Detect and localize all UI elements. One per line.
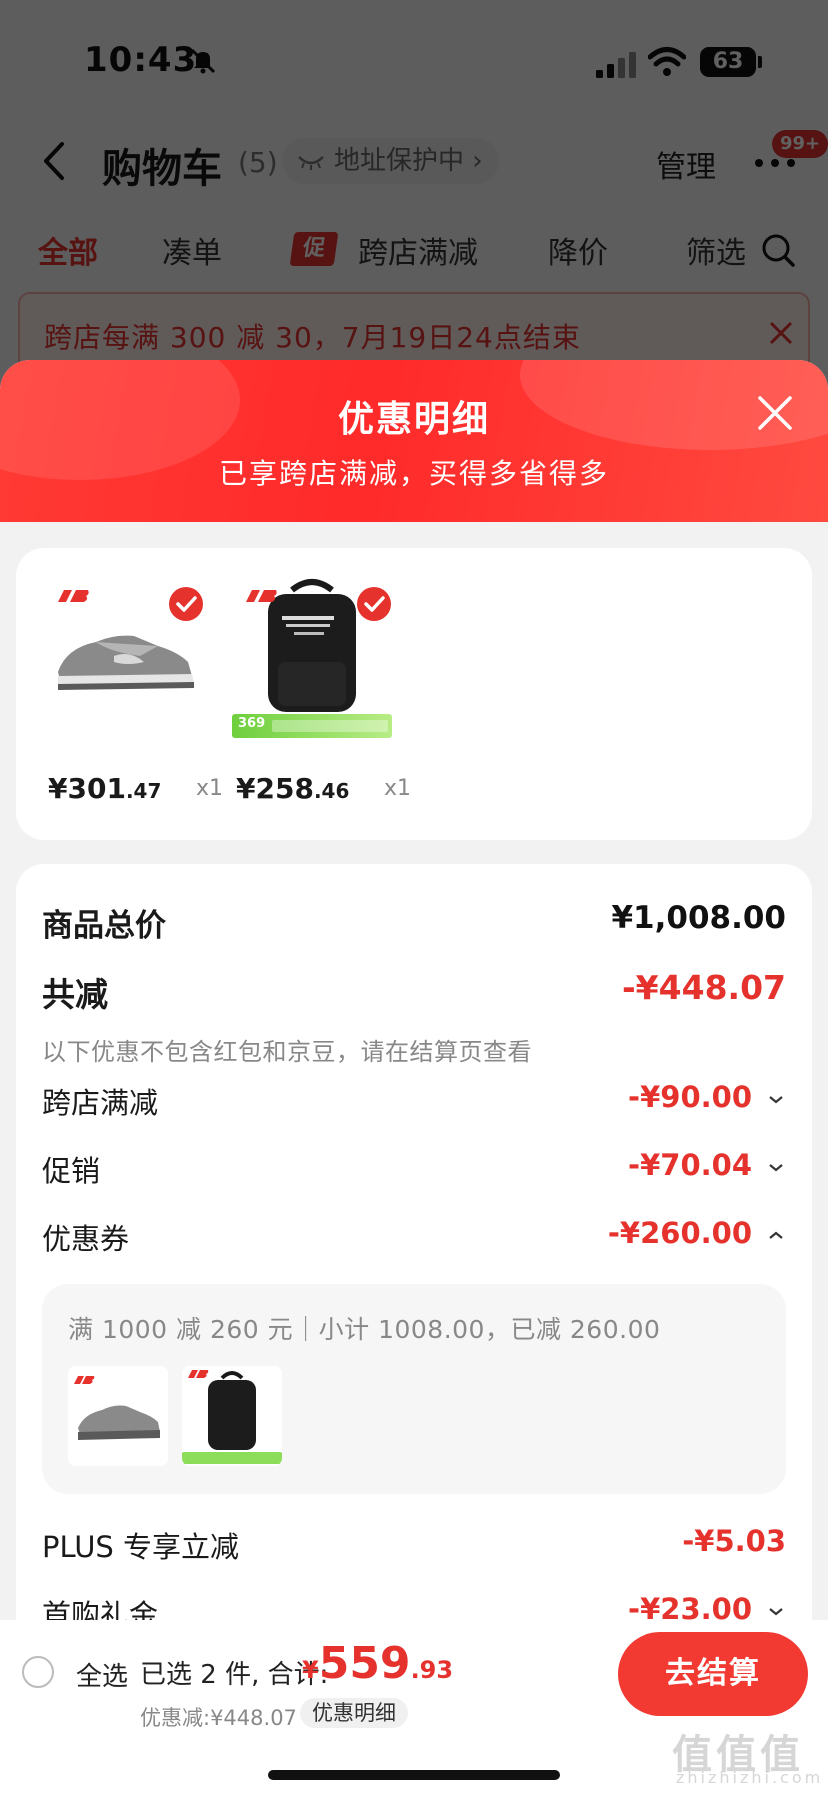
tab-price-drop[interactable]: 降价	[548, 228, 608, 272]
product-qty: x1	[196, 776, 224, 801]
eye-closed-icon	[298, 156, 324, 170]
discount-value: -¥260.00	[607, 1216, 752, 1250]
message-badge: 99+	[772, 130, 828, 158]
sheet-title: 优惠明细	[337, 399, 490, 440]
total-decimal: .93	[410, 1656, 454, 1684]
discount-value: -¥90.00	[628, 1080, 752, 1114]
wifi-icon	[648, 47, 686, 76]
discount-label: 优惠券	[42, 1222, 130, 1256]
plus-discount-label: PLUS 专享立减	[42, 1530, 240, 1564]
checked-icon[interactable]	[356, 586, 392, 622]
cart-count: (5)	[238, 146, 278, 179]
select-all-label[interactable]: 全选	[76, 1656, 128, 1693]
chevron-down-icon	[769, 1164, 783, 1172]
product-item[interactable]: ¥301.47 x1	[44, 576, 223, 816]
address-protect-button[interactable]: 地址保护中 ›	[282, 138, 499, 184]
coupon-product-thumb	[182, 1366, 282, 1466]
discount-summary: 优惠减:¥448.07	[140, 1706, 297, 1730]
promo-strip-text	[272, 720, 388, 732]
products-card: ¥301.47 x1 369 ¥258.46 x1	[16, 548, 812, 840]
more-dots-icon[interactable]	[754, 158, 796, 168]
nav-bar: 购物车 (5) 地址保护中 › 管理 99+	[0, 120, 828, 200]
manage-button[interactable]: 管理	[656, 142, 716, 186]
search-icon[interactable]	[760, 232, 796, 268]
bell-mute-icon	[190, 48, 216, 74]
reduce-note: 以下优惠不包含红包和京豆，请在结算页查看	[42, 1038, 532, 1066]
checkout-button[interactable]: 去结算	[618, 1632, 808, 1716]
select-all-radio[interactable]	[22, 1656, 54, 1688]
selected-summary: 已选 2 件, 合计:	[140, 1660, 329, 1690]
discount-details-sheet: 优惠明细 已享跨店满减，买得多省得多 ¥301.47 x1 369 ¥258.4…	[0, 360, 828, 1796]
tab-cross-store[interactable]: 跨店满减	[358, 228, 478, 272]
watermark-url: zhizhizhi.com	[676, 1768, 824, 1787]
price-decimal: .46	[313, 779, 350, 803]
cart-page: 10:43 63 购物车 (5) 地址保护中 › 管理 99+ 全部 凑单 促 …	[0, 0, 828, 400]
total-integer: 559	[318, 1638, 411, 1689]
promo-strip-number: 369	[238, 716, 266, 731]
battery-indicator: 63	[700, 47, 756, 77]
new-balance-logo-icon	[246, 590, 277, 602]
tab-filter[interactable]: 筛选	[686, 228, 746, 272]
price-integer: ¥301	[48, 772, 126, 805]
checked-icon[interactable]	[168, 586, 204, 622]
total-reduce-label: 共减	[42, 975, 108, 1014]
total-payable: ¥559.93	[302, 1638, 453, 1689]
promo-tag-icon: 促	[289, 232, 339, 266]
coupon-detail-box: 满 1000 减 260 元｜小计 1008.00，已减 260.00	[42, 1284, 786, 1494]
tab-couner[interactable]: 凑单	[162, 228, 222, 272]
tab-all[interactable]: 全部	[38, 228, 98, 272]
product-price: ¥301.47	[48, 772, 161, 805]
filter-tabs: 全部 凑单 促 跨店满减 降价 筛选	[0, 220, 828, 276]
close-icon[interactable]	[766, 318, 796, 348]
discount-label: 跨店满减	[42, 1086, 159, 1120]
coupon-product-thumb	[68, 1366, 168, 1466]
new-balance-logo-icon	[58, 590, 89, 602]
sheet-header: 优惠明细 已享跨店满减，买得多省得多	[0, 360, 828, 522]
discount-value: -¥70.04	[628, 1148, 752, 1182]
home-indicator	[268, 1770, 560, 1780]
product-price: ¥258.46	[236, 772, 349, 805]
coupon-text: 满 1000 减 260 元｜小计 1008.00，已减 260.00	[68, 1315, 661, 1344]
close-icon[interactable]	[756, 394, 794, 432]
total-price-value: ¥1,008.00	[611, 900, 786, 936]
battery-tip	[758, 56, 762, 68]
currency-symbol: ¥	[302, 1656, 319, 1684]
product-item[interactable]: 369 ¥258.46 x1	[232, 576, 411, 816]
chevron-down-icon	[769, 1608, 783, 1616]
address-protect-label: 地址保护中 ›	[334, 146, 483, 176]
status-time: 10:43	[84, 40, 198, 80]
plus-discount-value: -¥5.03	[682, 1524, 786, 1558]
sheet-subtitle: 已享跨店满减，买得多省得多	[218, 457, 609, 490]
promo-strip: 369	[232, 714, 392, 738]
chevron-up-icon	[769, 1231, 783, 1239]
cellular-signal-icon	[596, 52, 636, 78]
price-integer: ¥258	[236, 772, 314, 805]
price-decimal: .47	[125, 779, 162, 803]
discount-details-link[interactable]: 优惠明细	[300, 1698, 408, 1728]
status-bar: 10:43 63	[0, 0, 828, 120]
promo-banner-text: 跨店每满 300 减 30，7月19日24点结束	[44, 321, 581, 354]
checkout-bar: 全选 已选 2 件, 合计: ¥559.93 优惠减:¥448.07 优惠明细 …	[0, 1620, 828, 1796]
total-reduce-value: -¥448.07	[621, 968, 786, 1007]
chevron-down-icon	[769, 1096, 783, 1104]
page-title: 购物车	[102, 146, 222, 192]
discount-label: 促销	[42, 1154, 101, 1188]
back-arrow-icon[interactable]	[40, 140, 68, 182]
total-price-label: 商品总价	[42, 908, 166, 944]
product-qty: x1	[384, 776, 412, 801]
